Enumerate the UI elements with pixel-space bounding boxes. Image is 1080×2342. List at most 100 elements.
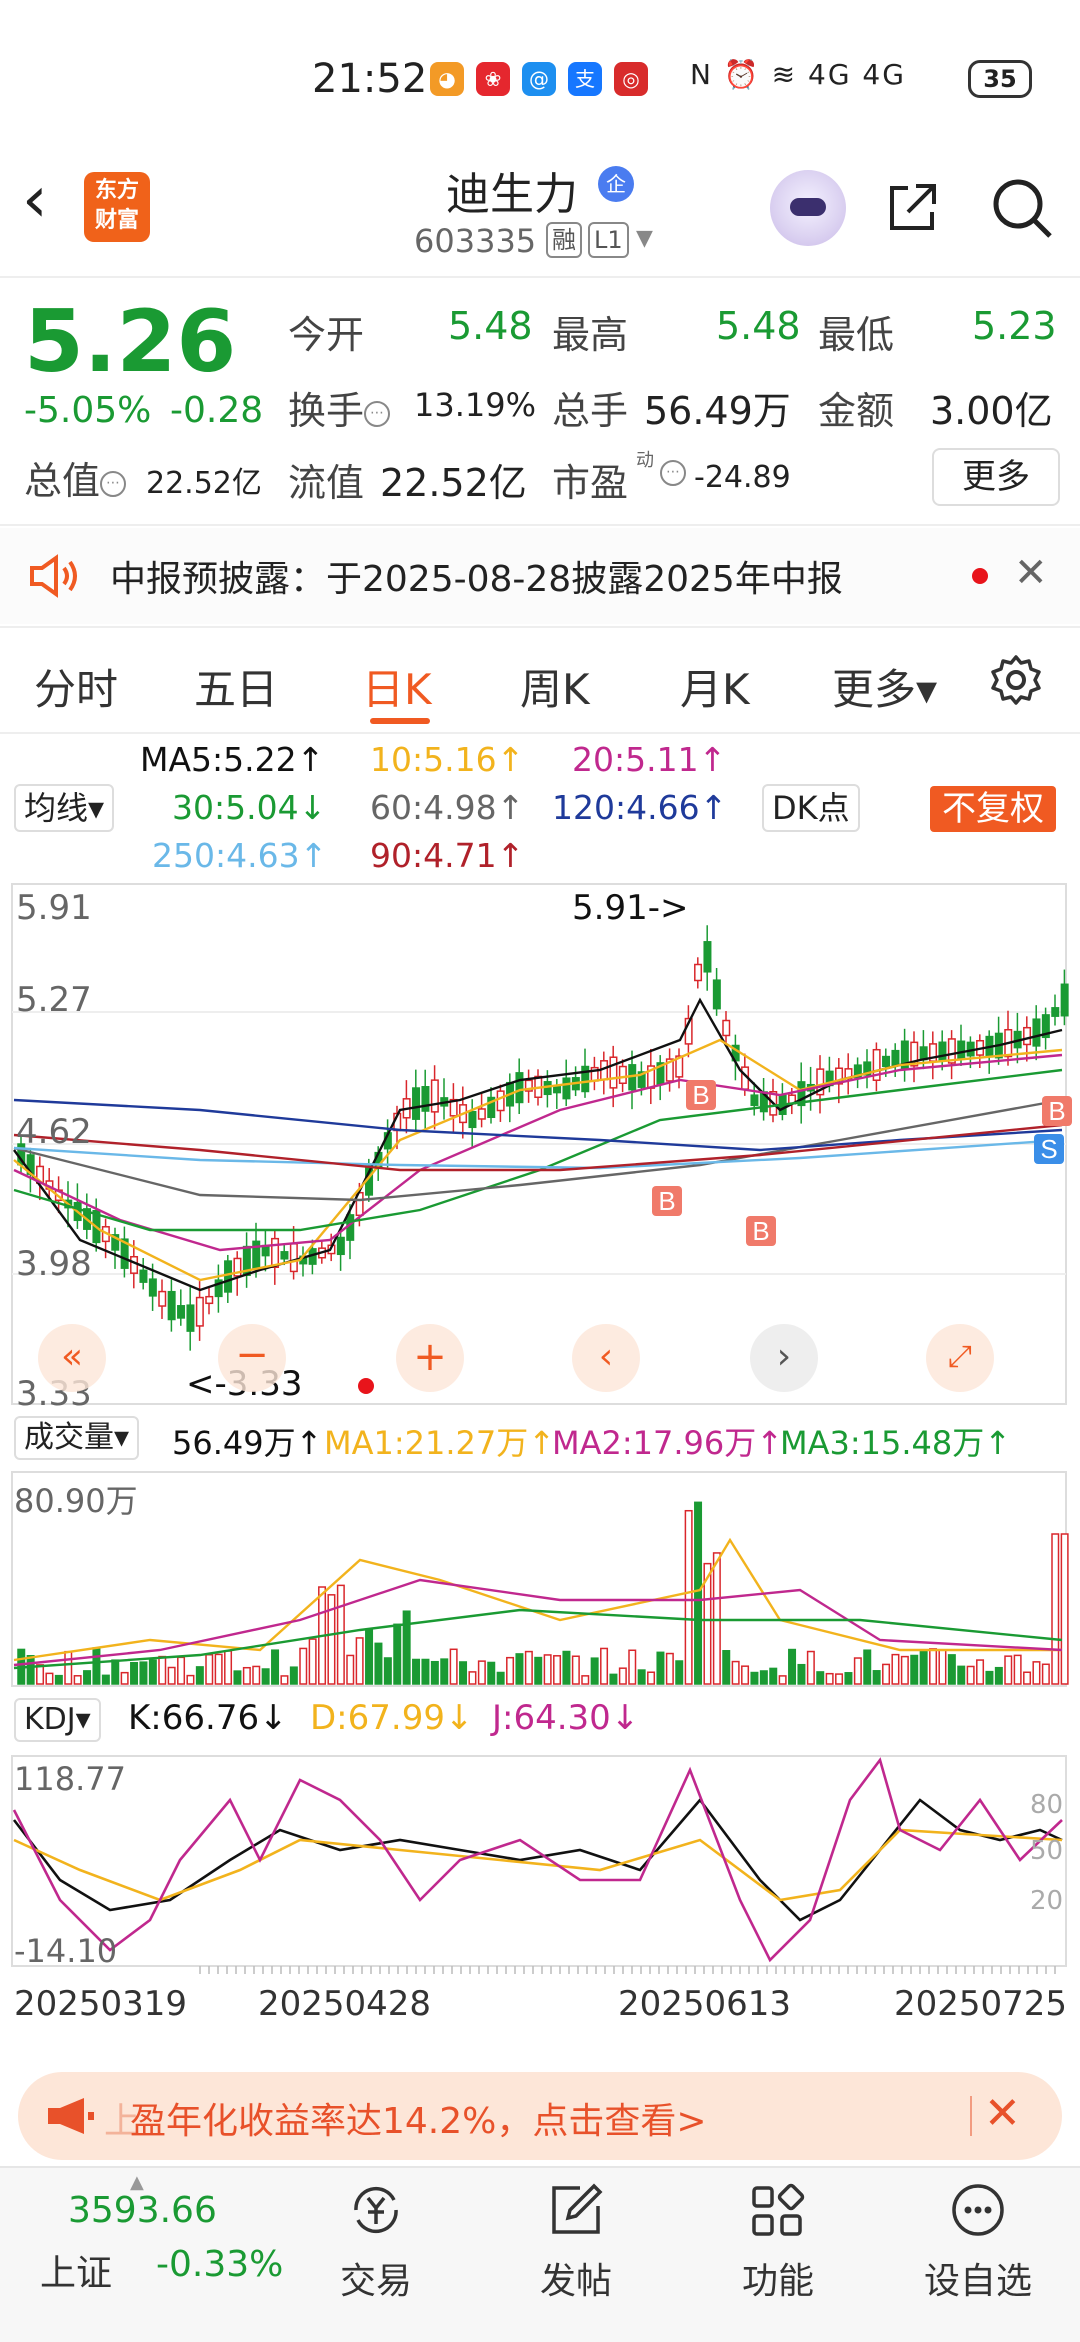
price-axis-label: 3.98 [16,1244,92,1284]
volume-bar [477,1660,486,1685]
candle [553,1085,562,1094]
close-icon[interactable]: ✕ [1014,550,1048,596]
amount-value: 3.00亿 [930,389,1053,433]
no-adjust-button[interactable]: 不复权 [930,786,1056,832]
status-time: 21:52 [312,56,428,102]
divider [0,732,1080,734]
more-button[interactable]: 更多 [932,448,1060,506]
candle [496,1090,505,1112]
info-icon[interactable]: ⋯ [100,470,127,497]
volume-bar [835,1673,844,1685]
dk-point-button[interactable]: DK点 [762,784,860,832]
kdj-selector[interactable]: KDJ▾ [14,1698,101,1742]
volume-bar [590,1657,599,1685]
tab-intraday[interactable]: 分时 [34,656,118,717]
zoom-in-icon[interactable]: + [396,1324,464,1392]
volume-bar [73,1675,82,1685]
volume-bar [242,1666,251,1685]
volume-ma3: MA3:15.48万↑ [780,1424,1012,1462]
volume-bar [459,1661,468,1685]
divider [0,626,1080,628]
volume-ma1: MA1:21.27万↑ [324,1424,556,1462]
nav-trade[interactable]: 交易 [316,2180,436,2304]
volume-bar [581,1675,590,1685]
volume-bar [1041,1663,1050,1685]
scroll-right-icon[interactable]: › [750,1324,818,1392]
nav-post[interactable]: 发帖 [516,2180,636,2304]
date-label: 20250428 [258,1984,432,2024]
chevron-down-icon[interactable]: ▼ [636,226,653,251]
volume-bar [628,1649,637,1685]
volume-bar [929,1648,938,1685]
volume-bar [1060,1533,1069,1685]
info-icon[interactable]: ⋯ [660,460,686,486]
grid-icon [752,2183,805,2236]
scroll-left-icon[interactable]: ‹ [572,1324,640,1392]
fullscreen-icon[interactable]: ⤢ [926,1324,994,1392]
banner-text[interactable]: 盈年化收益率达14.2%，点击查看> [130,2092,707,2144]
candle [158,1290,167,1307]
tab-monthly-k[interactable]: 月K [680,656,750,717]
ma10-value: 10:5.16↑ [370,740,525,779]
nav-add-watchlist[interactable]: 设自选 [918,2180,1038,2304]
candle [139,1269,148,1283]
megaphone-icon [48,2098,94,2134]
edit-icon [552,2183,603,2234]
volume-bar [177,1656,186,1685]
candle [289,1243,298,1273]
volume-bar [910,1654,919,1685]
kdj-level-label: 80 [1030,1790,1064,1820]
volume-bar [271,1649,280,1685]
candle [177,1305,186,1319]
level1-tag: L1 [588,222,629,258]
tab-five-day[interactable]: 五日 [194,656,278,717]
volume-selector[interactable]: 成交量▾ [14,1416,140,1460]
trade-signal-label: B [658,1186,675,1216]
volume-bar [214,1653,223,1685]
search-icon[interactable] [990,176,1054,240]
close-icon[interactable]: ✕ [984,2088,1021,2139]
open-value: 5.48 [448,304,533,348]
volume-bar [101,1674,110,1685]
ma-selector[interactable]: 均线▾ [14,784,115,832]
margin-tag: 融 [546,222,582,258]
candle [609,1056,618,1089]
trade-signal-label: B [692,1080,709,1110]
index-value[interactable]: 3593.66 [68,2190,217,2231]
info-icon[interactable]: ⋯ [364,400,391,427]
app-logo: 东方 财富 [84,172,150,242]
zoom-out-icon[interactable]: − [218,1324,286,1392]
notice-text[interactable]: 中报预披露：于2025-08-28披露2025年中报 [110,550,843,602]
index-change[interactable]: -0.33% [156,2244,283,2285]
gear-icon[interactable] [990,654,1042,706]
tab-daily-k[interactable]: 日K [362,656,432,717]
candle [891,1049,900,1066]
tab-more[interactable]: 更多▾ [832,656,937,717]
kline-chart-area[interactable]: BBBBS [0,880,1080,2060]
nav-label: 设自选 [923,2261,1032,2302]
share-icon[interactable] [886,180,940,234]
stock-code: 603335 [414,222,537,260]
ma90-value: 90:4.71↑ [370,836,525,875]
volume-bar [496,1671,505,1685]
nav-functions[interactable]: 功能 [718,2180,838,2304]
candle [515,1072,524,1104]
volume-ma2: MA2:17.96万↑ [552,1424,784,1462]
amount-label: 金额 [818,389,895,433]
event-dot [358,1378,374,1394]
ma5-value: MA5:5.22↑ [140,740,325,779]
rewind-icon[interactable]: « [38,1324,106,1392]
trade-signal-label: B [1048,1096,1065,1126]
tab-weekly-k[interactable]: 周K [520,656,590,717]
ma30-value: 30:5.04↓ [172,788,327,827]
kdj-level-label: 20 [1030,1886,1064,1916]
index-name[interactable]: 上证 [40,2244,112,2296]
volume-bar [882,1663,891,1685]
volume-bar [806,1650,815,1685]
volume-bar [412,1658,421,1685]
volume-bar [280,1675,289,1685]
price-axis-label: 5.27 [16,980,92,1020]
high-value: 5.48 [716,304,801,348]
back-icon[interactable]: ‹ [22,168,48,232]
volume-bar [1013,1654,1022,1685]
